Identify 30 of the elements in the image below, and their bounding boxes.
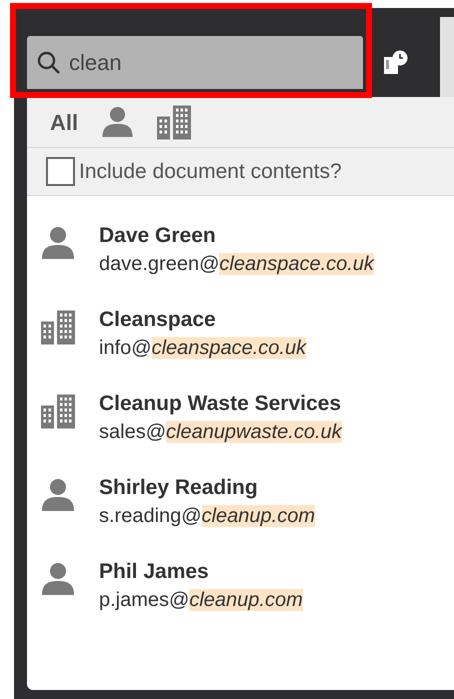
building-icon — [41, 394, 77, 429]
include-contents-label: Include document contents? — [79, 158, 342, 185]
result-email: info@cleanspace.co.uk — [99, 336, 306, 361]
result-item[interactable]: Dave Green dave.green@cleanspace.co.uk — [27, 222, 454, 278]
result-item[interactable]: Cleanup Waste Services sales@cleanupwaste.co.uk — [27, 390, 454, 446]
person-icon — [41, 478, 75, 512]
search-icon — [37, 50, 61, 74]
search-field[interactable]: clean — [27, 36, 363, 89]
result-email: s.reading@cleanup.com — [99, 504, 315, 529]
filter-tab[interactable]: All — [50, 106, 78, 138]
result-name: Shirley Reading — [99, 475, 259, 501]
result-item[interactable]: Phil James p.james@cleanup.com — [27, 558, 454, 614]
result-name: Cleanspace — [99, 307, 217, 333]
result-item[interactable]: Cleanspace info@cleanspace.co.uk — [27, 306, 454, 362]
person-icon — [41, 562, 75, 596]
result-name: Phil James — [99, 559, 210, 585]
building-icon — [41, 310, 77, 345]
person-icon — [41, 226, 75, 260]
person-icon — [100, 106, 136, 138]
filter-tab[interactable] — [157, 104, 194, 140]
result-item[interactable]: Shirley Reading s.reading@cleanup.com — [27, 474, 454, 530]
result-email: dave.green@cleanspace.co.uk — [99, 252, 374, 277]
result-name: Dave Green — [99, 223, 217, 249]
result-email: p.james@cleanup.com — [99, 588, 303, 613]
include-contents-checkbox[interactable] — [46, 157, 75, 186]
document-clock-icon[interactable] — [383, 50, 409, 76]
building-icon — [157, 104, 194, 140]
filter-tab[interactable] — [100, 106, 136, 138]
result-email: sales@cleanupwaste.co.uk — [99, 420, 342, 445]
result-name: Cleanup Waste Services — [99, 391, 342, 417]
